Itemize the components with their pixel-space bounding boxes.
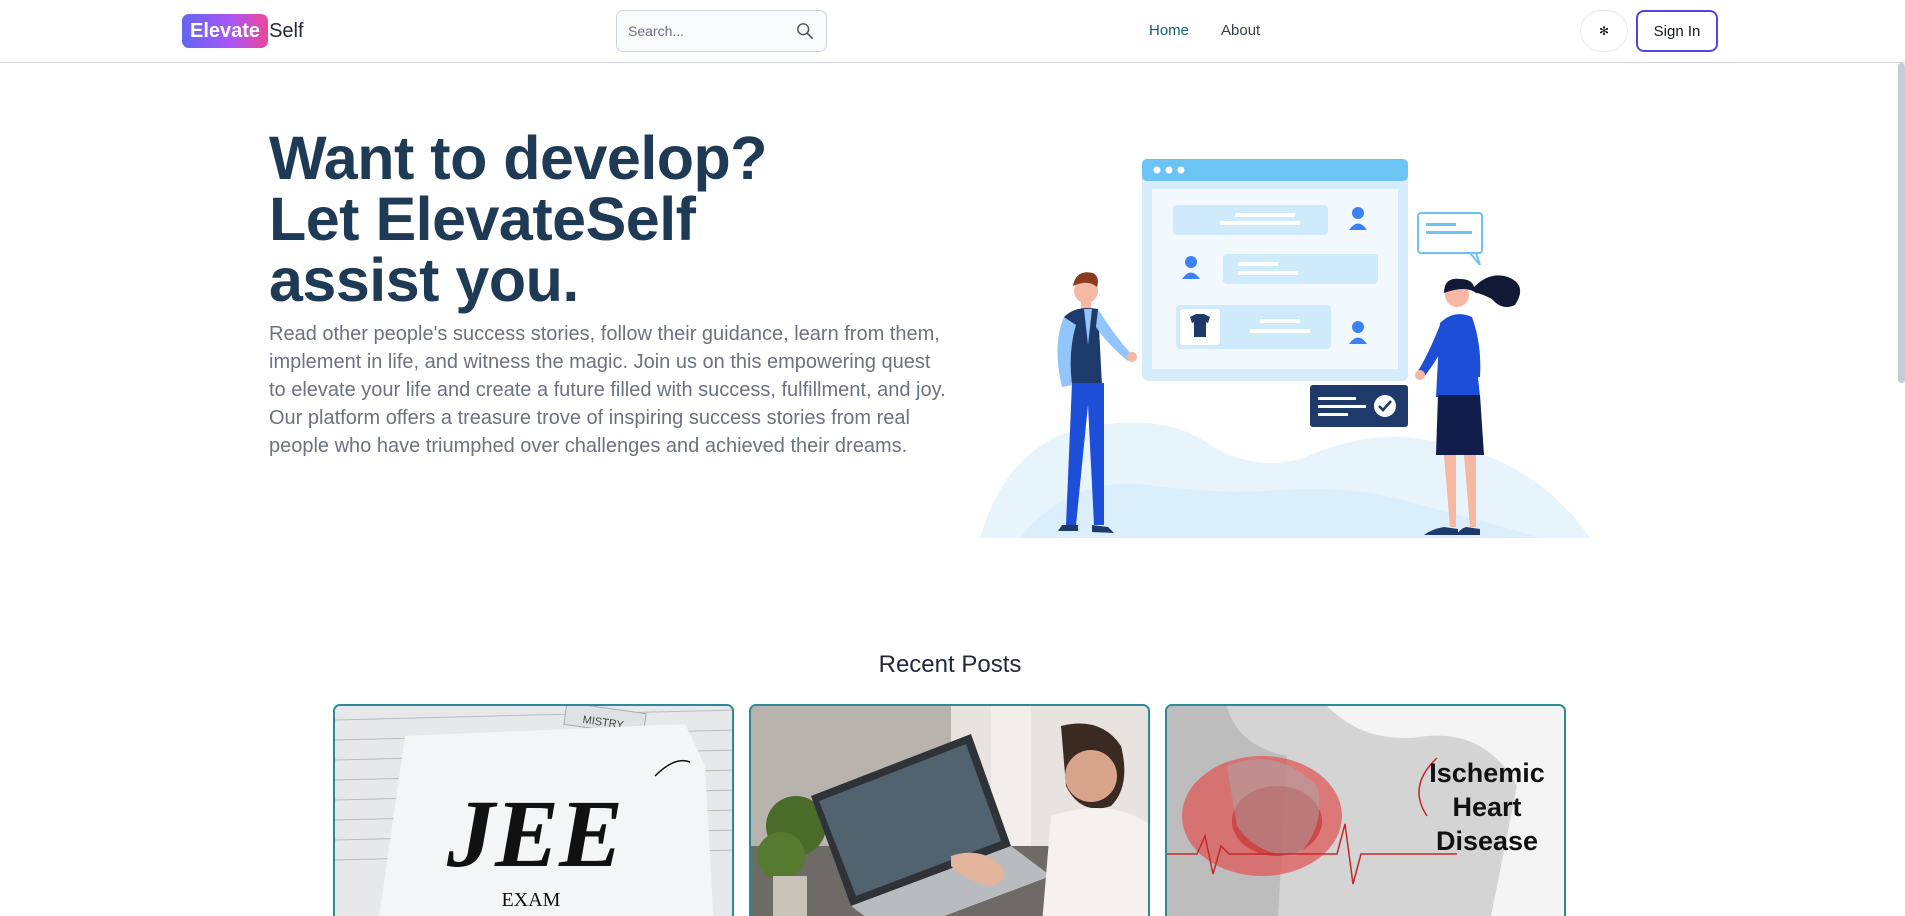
sign-in-button[interactable]: Sign In [1636, 10, 1718, 52]
post-image[interactable]: MISTRY JEE EXAM [335, 706, 734, 916]
post-image[interactable]: Ischemic Heart Disease [1167, 706, 1566, 916]
post-card[interactable]: MISTRY JEE EXAM [333, 704, 734, 916]
disease-line-1: Ischemic [1429, 758, 1545, 788]
post-card[interactable] [749, 704, 1150, 916]
search-box [616, 10, 827, 52]
recent-posts-heading: Recent Posts [878, 651, 1022, 678]
post-card[interactable]: Ischemic Heart Disease [1165, 704, 1566, 916]
hero-title-line-2: Let ElevateSelf [269, 185, 696, 253]
search-icon[interactable] [796, 22, 814, 40]
logo-text: Self [269, 19, 304, 42]
logo[interactable]: Elevate Self [182, 14, 304, 48]
nav-about-link[interactable]: About [1221, 22, 1260, 39]
scrollbar-thumb[interactable] [1898, 63, 1905, 383]
disease-line-2: Heart [1452, 792, 1521, 822]
disease-line-3: Disease [1436, 826, 1538, 856]
theme-icon: ✻ [1598, 24, 1610, 38]
jee-word: JEE [446, 780, 623, 887]
exam-word: EXAM [502, 889, 561, 911]
hero-illustration [980, 159, 1590, 538]
theme-toggle-button[interactable]: ✻ [1580, 10, 1628, 52]
navbar: Elevate Self Home About ✻ Sign In [0, 0, 1905, 63]
hero-paragraph: Read other people's success stories, fol… [269, 323, 946, 457]
hero-title-line-1: Want to develop? [269, 124, 768, 192]
post-image[interactable] [751, 706, 1150, 916]
logo-badge: Elevate [182, 14, 269, 48]
search-input[interactable] [617, 23, 787, 39]
nav-home-link[interactable]: Home [1149, 22, 1189, 39]
nav-links: Home About [1149, 22, 1260, 39]
hero-title: Want to develop? Let ElevateSelf assist … [269, 128, 889, 311]
hero-title-line-3: assist you. [269, 246, 579, 314]
